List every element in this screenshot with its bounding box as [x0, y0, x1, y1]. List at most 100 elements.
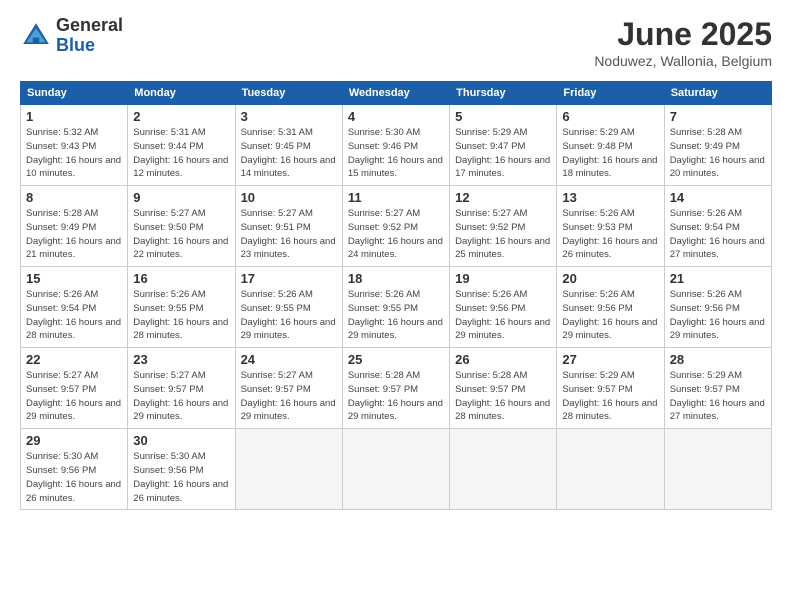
- day-info: Sunrise: 5:28 AMSunset: 9:49 PMDaylight:…: [26, 207, 122, 262]
- table-row: 16 Sunrise: 5:26 AMSunset: 9:55 PMDayligh…: [128, 267, 235, 348]
- col-tuesday: Tuesday: [235, 82, 342, 105]
- day-number: 22: [26, 352, 122, 367]
- day-info: Sunrise: 5:27 AMSunset: 9:57 PMDaylight:…: [241, 369, 337, 424]
- table-row: [342, 429, 449, 510]
- day-info: Sunrise: 5:31 AMSunset: 9:44 PMDaylight:…: [133, 126, 229, 181]
- day-number: 30: [133, 433, 229, 448]
- day-number: 10: [241, 190, 337, 205]
- day-number: 25: [348, 352, 444, 367]
- table-row: 2 Sunrise: 5:31 AMSunset: 9:44 PMDaylight…: [128, 105, 235, 186]
- day-number: 26: [455, 352, 551, 367]
- day-info: Sunrise: 5:26 AMSunset: 9:56 PMDaylight:…: [670, 288, 766, 343]
- day-info: Sunrise: 5:27 AMSunset: 9:52 PMDaylight:…: [348, 207, 444, 262]
- day-number: 19: [455, 271, 551, 286]
- table-row: 20 Sunrise: 5:26 AMSunset: 9:56 PMDayligh…: [557, 267, 664, 348]
- table-row: 29Sunrise: 5:30 AMSunset: 9:56 PMDayligh…: [21, 429, 128, 510]
- calendar-table: Sunday Monday Tuesday Wednesday Thursday…: [20, 81, 772, 510]
- calendar-week-row: 1 Sunrise: 5:32 AMSunset: 9:43 PMDaylight…: [21, 105, 772, 186]
- day-info: Sunrise: 5:27 AMSunset: 9:52 PMDaylight:…: [455, 207, 551, 262]
- table-row: [235, 429, 342, 510]
- day-info: Sunrise: 5:28 AMSunset: 9:49 PMDaylight:…: [670, 126, 766, 181]
- logo-general-text: General: [56, 16, 123, 36]
- calendar-week-row: 29Sunrise: 5:30 AMSunset: 9:56 PMDayligh…: [21, 429, 772, 510]
- day-number: 24: [241, 352, 337, 367]
- day-number: 3: [241, 109, 337, 124]
- col-thursday: Thursday: [450, 82, 557, 105]
- day-info: Sunrise: 5:27 AMSunset: 9:51 PMDaylight:…: [241, 207, 337, 262]
- table-row: 25 Sunrise: 5:28 AMSunset: 9:57 PMDayligh…: [342, 348, 449, 429]
- calendar-week-row: 15 Sunrise: 5:26 AMSunset: 9:54 PMDayligh…: [21, 267, 772, 348]
- day-number: 12: [455, 190, 551, 205]
- day-info: Sunrise: 5:26 AMSunset: 9:54 PMDaylight:…: [26, 288, 122, 343]
- table-row: 14Sunrise: 5:26 AMSunset: 9:54 PMDayligh…: [664, 186, 771, 267]
- calendar-week-row: 22 Sunrise: 5:27 AMSunset: 9:57 PMDayligh…: [21, 348, 772, 429]
- table-row: 5 Sunrise: 5:29 AMSunset: 9:47 PMDaylight…: [450, 105, 557, 186]
- table-row: 30 Sunrise: 5:30 AMSunset: 9:56 PMDayligh…: [128, 429, 235, 510]
- day-info: Sunrise: 5:27 AMSunset: 9:57 PMDaylight:…: [133, 369, 229, 424]
- day-info: Sunrise: 5:26 AMSunset: 9:56 PMDaylight:…: [455, 288, 551, 343]
- logo-text: General Blue: [56, 16, 123, 56]
- day-info: Sunrise: 5:29 AMSunset: 9:48 PMDaylight:…: [562, 126, 658, 181]
- table-row: 10 Sunrise: 5:27 AMSunset: 9:51 PMDayligh…: [235, 186, 342, 267]
- day-info: Sunrise: 5:28 AMSunset: 9:57 PMDaylight:…: [348, 369, 444, 424]
- day-number: 20: [562, 271, 658, 286]
- table-row: 3 Sunrise: 5:31 AMSunset: 9:45 PMDaylight…: [235, 105, 342, 186]
- day-number: 4: [348, 109, 444, 124]
- day-number: 14: [670, 190, 766, 205]
- day-info: Sunrise: 5:31 AMSunset: 9:45 PMDaylight:…: [241, 126, 337, 181]
- table-row: 1 Sunrise: 5:32 AMSunset: 9:43 PMDaylight…: [21, 105, 128, 186]
- day-number: 1: [26, 109, 122, 124]
- day-number: 6: [562, 109, 658, 124]
- day-number: 2: [133, 109, 229, 124]
- day-number: 18: [348, 271, 444, 286]
- day-number: 15: [26, 271, 122, 286]
- day-info: Sunrise: 5:26 AMSunset: 9:55 PMDaylight:…: [133, 288, 229, 343]
- day-number: 28: [670, 352, 766, 367]
- day-number: 23: [133, 352, 229, 367]
- table-row: 28Sunrise: 5:29 AMSunset: 9:57 PMDayligh…: [664, 348, 771, 429]
- title-section: June 2025 Noduwez, Wallonia, Belgium: [594, 16, 772, 69]
- table-row: 18Sunrise: 5:26 AMSunset: 9:55 PMDayligh…: [342, 267, 449, 348]
- col-sunday: Sunday: [21, 82, 128, 105]
- day-number: 5: [455, 109, 551, 124]
- day-info: Sunrise: 5:30 AMSunset: 9:46 PMDaylight:…: [348, 126, 444, 181]
- day-info: Sunrise: 5:26 AMSunset: 9:53 PMDaylight:…: [562, 207, 658, 262]
- location: Noduwez, Wallonia, Belgium: [594, 53, 772, 69]
- logo: General Blue: [20, 16, 123, 56]
- day-info: Sunrise: 5:26 AMSunset: 9:55 PMDaylight:…: [241, 288, 337, 343]
- table-row: 27Sunrise: 5:29 AMSunset: 9:57 PMDayligh…: [557, 348, 664, 429]
- table-row: 19 Sunrise: 5:26 AMSunset: 9:56 PMDayligh…: [450, 267, 557, 348]
- page: General Blue June 2025 Noduwez, Wallonia…: [0, 0, 792, 526]
- table-row: 23 Sunrise: 5:27 AMSunset: 9:57 PMDayligh…: [128, 348, 235, 429]
- table-row: 13 Sunrise: 5:26 AMSunset: 9:53 PMDayligh…: [557, 186, 664, 267]
- logo-icon: [20, 20, 52, 52]
- day-info: Sunrise: 5:28 AMSunset: 9:57 PMDaylight:…: [455, 369, 551, 424]
- day-number: 21: [670, 271, 766, 286]
- calendar-header-row: Sunday Monday Tuesday Wednesday Thursday…: [21, 82, 772, 105]
- logo-blue-text: Blue: [56, 36, 123, 56]
- col-monday: Monday: [128, 82, 235, 105]
- day-number: 16: [133, 271, 229, 286]
- day-number: 11: [348, 190, 444, 205]
- table-row: [557, 429, 664, 510]
- calendar-week-row: 8Sunrise: 5:28 AMSunset: 9:49 PMDaylight…: [21, 186, 772, 267]
- col-saturday: Saturday: [664, 82, 771, 105]
- table-row: 26 Sunrise: 5:28 AMSunset: 9:57 PMDayligh…: [450, 348, 557, 429]
- day-info: Sunrise: 5:30 AMSunset: 9:56 PMDaylight:…: [133, 450, 229, 505]
- day-number: 13: [562, 190, 658, 205]
- table-row: [450, 429, 557, 510]
- table-row: 22Sunrise: 5:27 AMSunset: 9:57 PMDayligh…: [21, 348, 128, 429]
- table-row: 12 Sunrise: 5:27 AMSunset: 9:52 PMDayligh…: [450, 186, 557, 267]
- table-row: [664, 429, 771, 510]
- day-info: Sunrise: 5:32 AMSunset: 9:43 PMDaylight:…: [26, 126, 122, 181]
- table-row: 7Sunrise: 5:28 AMSunset: 9:49 PMDaylight…: [664, 105, 771, 186]
- col-wednesday: Wednesday: [342, 82, 449, 105]
- table-row: 9Sunrise: 5:27 AMSunset: 9:50 PMDaylight…: [128, 186, 235, 267]
- day-info: Sunrise: 5:26 AMSunset: 9:56 PMDaylight:…: [562, 288, 658, 343]
- table-row: 8Sunrise: 5:28 AMSunset: 9:49 PMDaylight…: [21, 186, 128, 267]
- day-number: 17: [241, 271, 337, 286]
- table-row: 6 Sunrise: 5:29 AMSunset: 9:48 PMDaylight…: [557, 105, 664, 186]
- table-row: 4 Sunrise: 5:30 AMSunset: 9:46 PMDaylight…: [342, 105, 449, 186]
- day-info: Sunrise: 5:29 AMSunset: 9:57 PMDaylight:…: [562, 369, 658, 424]
- day-info: Sunrise: 5:29 AMSunset: 9:47 PMDaylight:…: [455, 126, 551, 181]
